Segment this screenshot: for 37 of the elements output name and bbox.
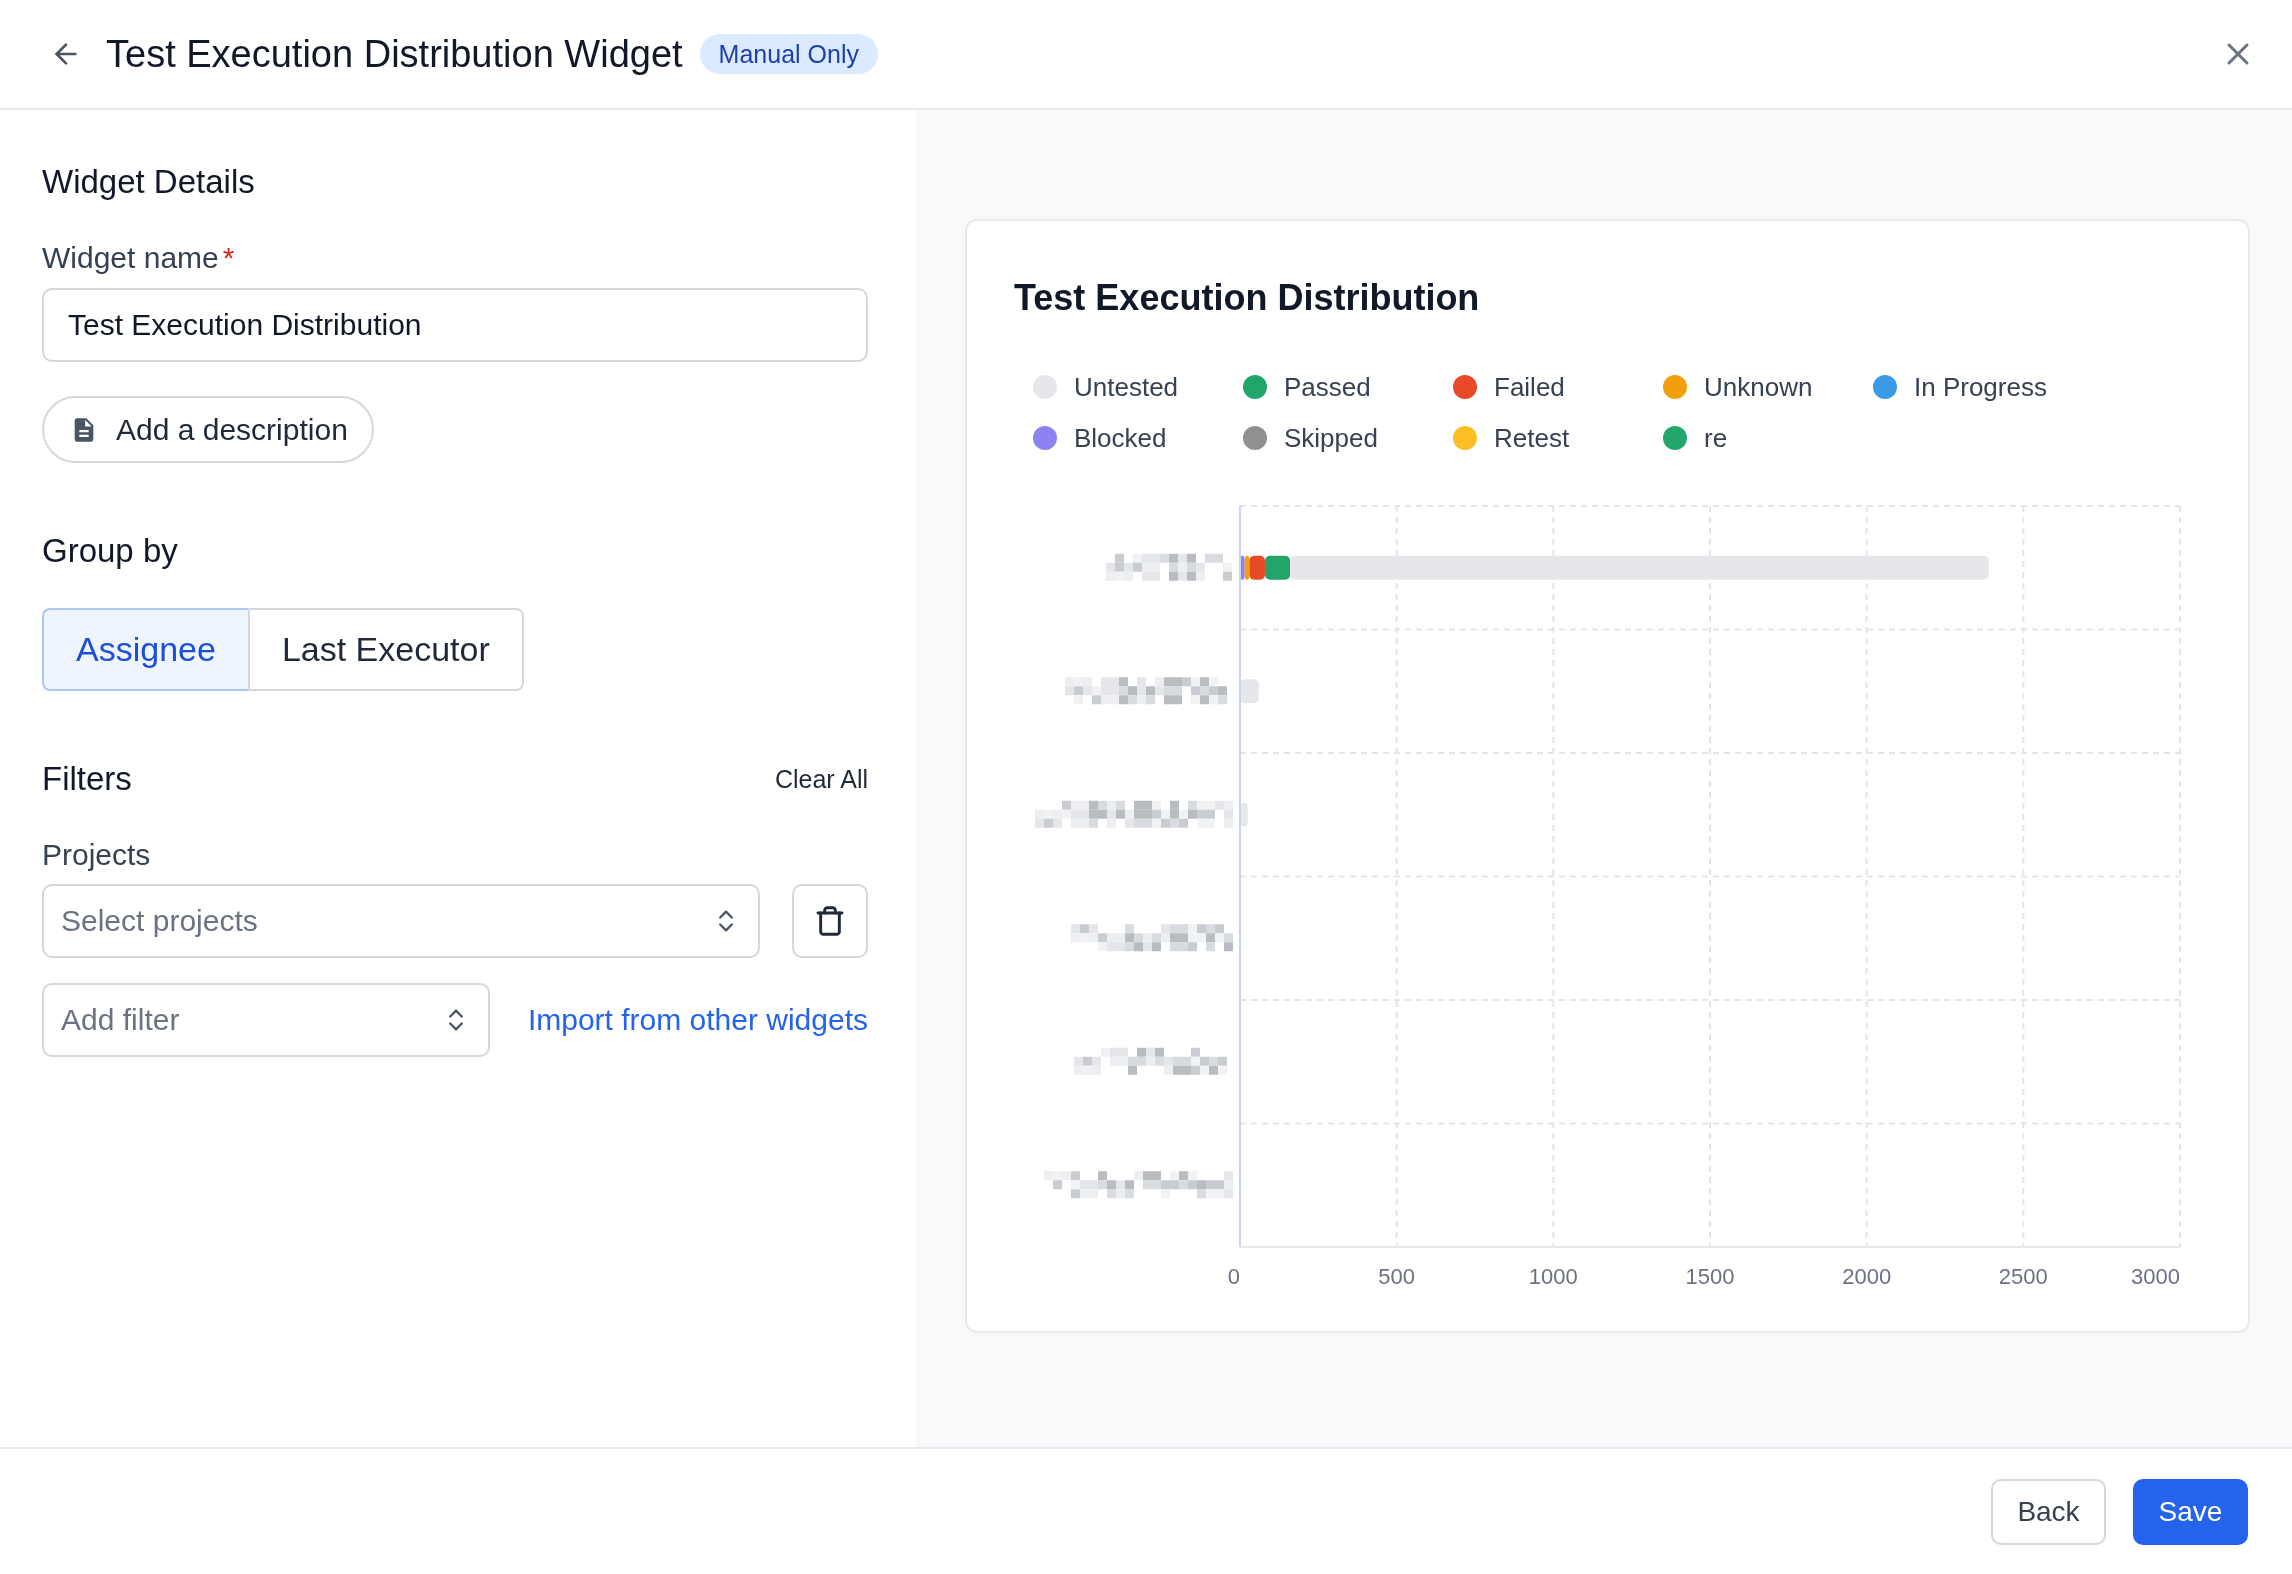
- axis-tick-label: 2000: [1842, 1264, 1892, 1289]
- legend-label: re: [1704, 422, 1728, 454]
- legend-label: Failed: [1494, 371, 1565, 403]
- legend-label: In Progress: [1914, 371, 2047, 403]
- group-by-option[interactable]: Last Executor: [247, 608, 524, 691]
- axis-tick-label: 500: [1378, 1264, 1416, 1289]
- widget-name-input[interactable]: Test Execution Distribution: [42, 288, 868, 362]
- legend-label: Untested: [1074, 371, 1179, 403]
- legend-label: Unknown: [1704, 371, 1813, 403]
- axis-tick-label: 1500: [1685, 1264, 1735, 1289]
- save-button[interactable]: Save: [2133, 1478, 2248, 1545]
- mode-badge: Manual Only: [699, 34, 878, 74]
- projects-select[interactable]: Select projects: [42, 884, 760, 958]
- section-heading: Group by: [42, 532, 179, 570]
- trash-icon: [814, 905, 846, 937]
- legend-label: Passed: [1284, 371, 1371, 403]
- field-label: Projects: [42, 837, 151, 873]
- chart-title: Test Execution Distribution: [1014, 277, 1481, 319]
- legend-label: Retest: [1494, 422, 1570, 454]
- group-by-option[interactable]: Assignee: [42, 608, 250, 691]
- field-label: Widget name: [42, 240, 219, 276]
- window-title: Test Execution Distribution Widget: [106, 32, 683, 76]
- axis-tick-label: 1000: [1528, 1264, 1578, 1289]
- axis-tick-label: 3000: [2131, 1264, 2180, 1289]
- add-description-button[interactable]: Add a description: [42, 396, 374, 463]
- required-mark: *: [222, 240, 235, 276]
- import-link[interactable]: Import from other widgets: [527, 1003, 868, 1037]
- add-filter-select[interactable]: Add filter: [42, 983, 490, 1057]
- clear-all-button[interactable]: Clear All: [774, 764, 868, 794]
- axis-tick-label: 2500: [1998, 1264, 2048, 1289]
- section-heading: Filters: [42, 760, 132, 798]
- section-heading: Widget Details: [42, 163, 256, 201]
- back-button[interactable]: Back: [1991, 1478, 2106, 1545]
- delete-button[interactable]: [792, 884, 868, 958]
- axis-tick-label: 0: [1227, 1264, 1240, 1289]
- legend-label: Skipped: [1284, 422, 1378, 454]
- legend-label: Blocked: [1074, 422, 1167, 454]
